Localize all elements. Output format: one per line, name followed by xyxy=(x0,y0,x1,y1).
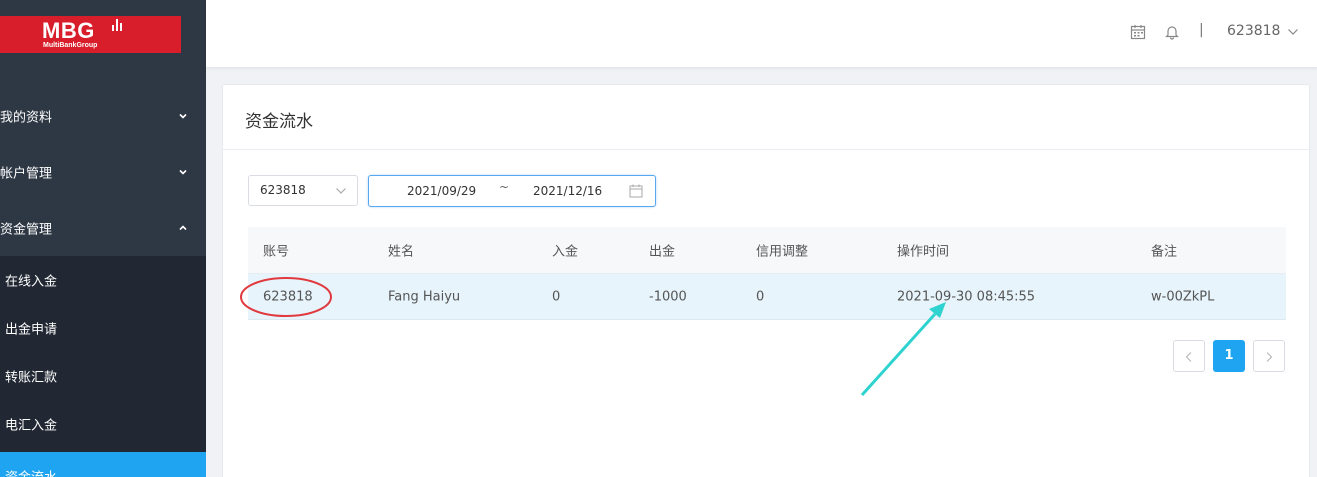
sidebar: MBG MultiBankGroup 我的资料 帐户管理 资金管理 在线入金 出… xyxy=(0,0,206,477)
sidebar-subitem-withdrawal-request[interactable]: 出金申请 xyxy=(0,304,206,352)
sidebar-subitem-label: 资金流水 xyxy=(5,467,57,477)
table-row[interactable]: 623818 Fang Haiyu 0 -1000 0 2021-09-30 0… xyxy=(248,274,1286,320)
logo-text: MBG xyxy=(42,18,95,43)
logo-bars-icon xyxy=(112,19,126,31)
bell-icon[interactable] xyxy=(1164,24,1180,40)
date-range-separator: ~ xyxy=(499,180,510,194)
brand-logo[interactable]: MBG MultiBankGroup xyxy=(0,16,181,53)
date-end-input[interactable]: 2021/12/16 xyxy=(533,184,602,198)
sidebar-subitem-label: 电汇入金 xyxy=(5,418,58,434)
cell-withdrawal: -1000 xyxy=(649,289,687,304)
chevron-down-icon xyxy=(179,113,187,119)
sidebar-subitem-transfer[interactable]: 转账汇款 xyxy=(0,352,206,400)
chevron-left-icon xyxy=(1185,352,1192,362)
logo-area: MBG MultiBankGroup xyxy=(0,0,206,66)
sidebar-subitem-online-deposit[interactable]: 在线入金 xyxy=(0,256,206,304)
fund-flow-card: 资金流水 623818 2021/09/29 ~ 2021/12/16 账号 姓… xyxy=(222,84,1311,477)
chevron-up-icon xyxy=(179,225,187,231)
chevron-down-icon xyxy=(336,188,346,194)
sidebar-subitem-label: 在线入金 xyxy=(5,274,58,290)
top-header: | 623818 xyxy=(206,0,1317,68)
sidebar-item-label: 资金管理 xyxy=(0,222,53,238)
date-start-input[interactable]: 2021/09/29 xyxy=(407,184,476,198)
sidebar-subitem-wire-deposit[interactable]: 电汇入金 xyxy=(0,400,206,448)
card-divider xyxy=(223,149,1311,150)
calendar-icon[interactable] xyxy=(629,184,643,198)
column-header-remark: 备注 xyxy=(1151,244,1178,260)
chevron-down-icon xyxy=(179,169,187,175)
header-separator: | xyxy=(1199,22,1204,38)
sidebar-item-account-management[interactable]: 帐户管理 xyxy=(0,144,206,200)
cell-remark: w-00ZkPL xyxy=(1151,289,1215,304)
cell-account: 623818 xyxy=(263,289,313,304)
column-header-name: 姓名 xyxy=(388,244,415,260)
account-select-value: 623818 xyxy=(260,183,306,197)
column-header-operation-time: 操作时间 xyxy=(897,244,950,260)
chevron-down-icon[interactable] xyxy=(1287,27,1299,37)
table-header: 账号 姓名 入金 出金 信用调整 操作时间 备注 xyxy=(248,227,1286,274)
sidebar-item-my-profile[interactable]: 我的资料 xyxy=(0,88,206,144)
cell-operation-time: 2021-09-30 08:45:55 xyxy=(897,289,1036,304)
column-header-deposit: 入金 xyxy=(552,244,579,260)
cell-name: Fang Haiyu xyxy=(388,289,461,304)
pagination-prev-button[interactable] xyxy=(1173,340,1205,372)
user-account-menu[interactable]: 623818 xyxy=(1227,23,1280,39)
calendar-icon[interactable] xyxy=(1130,24,1146,40)
date-range-picker[interactable]: 2021/09/29 ~ 2021/12/16 xyxy=(368,175,656,207)
account-select[interactable]: 623818 xyxy=(248,175,358,206)
pagination-page-current[interactable]: 1 xyxy=(1213,340,1245,372)
sidebar-subitem-label: 出金申请 xyxy=(5,322,58,338)
chevron-right-icon xyxy=(1266,352,1273,362)
sidebar-subitem-label: 转账汇款 xyxy=(5,370,58,386)
cell-credit-adjustment: 0 xyxy=(756,289,765,304)
sidebar-subitem-fund-flow[interactable]: 资金流水 xyxy=(0,452,206,477)
pagination-next-button[interactable] xyxy=(1253,340,1285,372)
sidebar-item-label: 帐户管理 xyxy=(0,166,53,182)
column-header-withdrawal: 出金 xyxy=(649,244,676,260)
fund-management-submenu: 在线入金 出金申请 转账汇款 电汇入金 资金流水 xyxy=(0,256,206,477)
sidebar-item-fund-management[interactable]: 资金管理 xyxy=(0,200,206,256)
logo-subtext: MultiBankGroup xyxy=(43,42,98,49)
page-title: 资金流水 xyxy=(245,112,313,132)
column-header-account: 账号 xyxy=(263,244,290,260)
column-header-credit-adjustment: 信用调整 xyxy=(756,244,809,260)
cell-deposit: 0 xyxy=(552,289,561,304)
sidebar-item-label: 我的资料 xyxy=(0,110,53,126)
